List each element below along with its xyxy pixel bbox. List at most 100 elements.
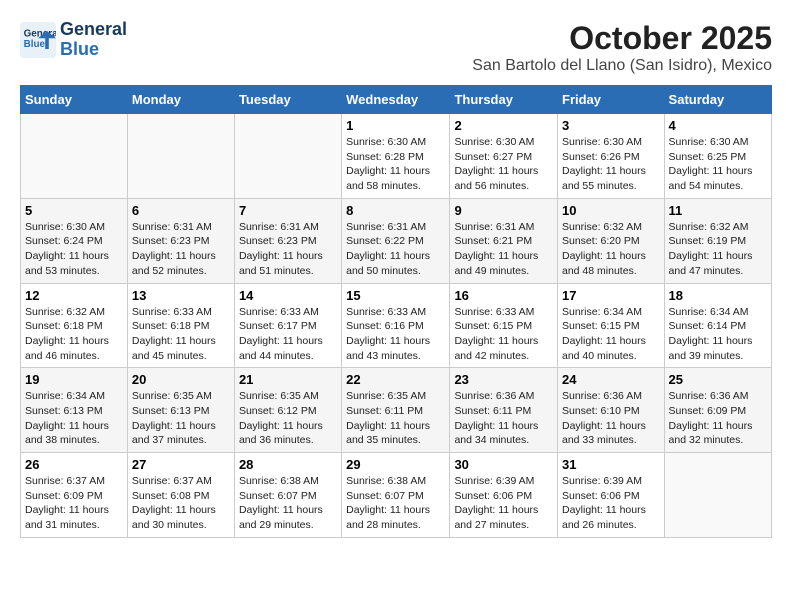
day-number: 16 [454, 288, 553, 303]
day-info: Sunrise: 6:36 AMSunset: 6:09 PMDaylight:… [669, 389, 767, 448]
calendar-cell: 3 Sunrise: 6:30 AMSunset: 6:26 PMDaylight… [558, 114, 665, 199]
day-info: Sunrise: 6:33 AMSunset: 6:16 PMDaylight:… [346, 305, 445, 364]
calendar-cell: 14Sunrise: 6:33 AMSunset: 6:17 PMDayligh… [234, 283, 341, 368]
calendar-week-1: 1 Sunrise: 6:30 AMSunset: 6:28 PMDaylight… [21, 114, 772, 199]
day-number: 2 [454, 118, 553, 133]
day-number: 5 [25, 203, 123, 218]
calendar-cell: 4Sunrise: 6:30 AMSunset: 6:25 PMDaylight… [664, 114, 771, 199]
logo-text: General Blue [60, 20, 127, 60]
calendar-cell: 22 Sunrise: 6:35 AMSunset: 6:11 PMDayligh… [342, 368, 450, 453]
day-number: 1 [346, 118, 445, 133]
day-info: Sunrise: 6:32 AMSunset: 6:20 PMDaylight:… [562, 220, 660, 279]
calendar-cell: 2 Sunrise: 6:30 AMSunset: 6:27 PMDaylight… [450, 114, 558, 199]
header-sunday: Sunday [21, 86, 128, 114]
day-info: Sunrise: 6:35 AMSunset: 6:12 PMDaylight:… [239, 389, 337, 448]
calendar-table: SundayMondayTuesdayWednesdayThursdayFrid… [20, 85, 772, 538]
day-info: Sunrise: 6:30 AMSunset: 6:24 PMDaylight:… [25, 220, 123, 279]
day-info: Sunrise: 6:34 AMSunset: 6:13 PMDaylight:… [25, 389, 123, 448]
page-title: October 2025 [472, 20, 772, 57]
day-info: Sunrise: 6:30 AMSunset: 6:27 PMDaylight:… [454, 135, 553, 194]
calendar-cell: 11 Sunrise: 6:32 AMSunset: 6:19 PMDayligh… [664, 198, 771, 283]
svg-text:Blue: Blue [24, 39, 46, 50]
calendar-cell: 16 Sunrise: 6:33 AMSunset: 6:15 PMDayligh… [450, 283, 558, 368]
calendar-cell: 12 Sunrise: 6:32 AMSunset: 6:18 PMDayligh… [21, 283, 128, 368]
day-info: Sunrise: 6:31 AMSunset: 6:22 PMDaylight:… [346, 220, 445, 279]
day-info: Sunrise: 6:32 AMSunset: 6:18 PMDaylight:… [25, 305, 123, 364]
day-info: Sunrise: 6:31 AMSunset: 6:23 PMDaylight:… [132, 220, 230, 279]
day-info: Sunrise: 6:34 AMSunset: 6:15 PMDaylight:… [562, 305, 660, 364]
page-subtitle: San Bartolo del Llano (San Isidro), Mexi… [472, 57, 772, 75]
logo-icon: General Blue [20, 22, 56, 58]
day-info: Sunrise: 6:36 AMSunset: 6:10 PMDaylight:… [562, 389, 660, 448]
calendar-week-4: 19 Sunrise: 6:34 AMSunset: 6:13 PMDayligh… [21, 368, 772, 453]
calendar-cell: 30Sunrise: 6:39 AMSunset: 6:06 PMDayligh… [450, 453, 558, 538]
calendar-cell: 19 Sunrise: 6:34 AMSunset: 6:13 PMDayligh… [21, 368, 128, 453]
day-number: 3 [562, 118, 660, 133]
calendar-cell: 7 Sunrise: 6:31 AMSunset: 6:23 PMDaylight… [234, 198, 341, 283]
day-info: Sunrise: 6:39 AMSunset: 6:06 PMDaylight:… [454, 474, 553, 533]
calendar-week-2: 5 Sunrise: 6:30 AMSunset: 6:24 PMDaylight… [21, 198, 772, 283]
calendar-cell: 15 Sunrise: 6:33 AMSunset: 6:16 PMDayligh… [342, 283, 450, 368]
day-number: 25 [669, 372, 767, 387]
day-number: 20 [132, 372, 230, 387]
calendar-cell: 25 Sunrise: 6:36 AMSunset: 6:09 PMDayligh… [664, 368, 771, 453]
day-info: Sunrise: 6:39 AMSunset: 6:06 PMDaylight:… [562, 474, 660, 533]
day-number: 28 [239, 457, 337, 472]
day-info: Sunrise: 6:32 AMSunset: 6:19 PMDaylight:… [669, 220, 767, 279]
day-number: 8 [346, 203, 445, 218]
day-info: Sunrise: 6:31 AMSunset: 6:21 PMDaylight:… [454, 220, 553, 279]
day-number: 10 [562, 203, 660, 218]
calendar-cell [127, 114, 234, 199]
day-info: Sunrise: 6:30 AMSunset: 6:28 PMDaylight:… [346, 135, 445, 194]
day-number: 15 [346, 288, 445, 303]
day-info: Sunrise: 6:30 AMSunset: 6:26 PMDaylight:… [562, 135, 660, 194]
day-number: 22 [346, 372, 445, 387]
day-number: 21 [239, 372, 337, 387]
day-number: 31 [562, 457, 660, 472]
calendar-cell: 20 Sunrise: 6:35 AMSunset: 6:13 PMDayligh… [127, 368, 234, 453]
day-number: 26 [25, 457, 123, 472]
calendar-cell: 10 Sunrise: 6:32 AMSunset: 6:20 PMDayligh… [558, 198, 665, 283]
day-number: 17 [562, 288, 660, 303]
calendar-cell [21, 114, 128, 199]
calendar-header-row: SundayMondayTuesdayWednesdayThursdayFrid… [21, 86, 772, 114]
calendar-cell: 29 Sunrise: 6:38 AMSunset: 6:07 PMDayligh… [342, 453, 450, 538]
day-info: Sunrise: 6:36 AMSunset: 6:11 PMDaylight:… [454, 389, 553, 448]
day-info: Sunrise: 6:37 AMSunset: 6:08 PMDaylight:… [132, 474, 230, 533]
day-info: Sunrise: 6:33 AMSunset: 6:17 PMDaylight:… [239, 305, 337, 364]
day-number: 9 [454, 203, 553, 218]
title-block: October 2025 San Bartolo del Llano (San … [472, 20, 772, 75]
day-number: 19 [25, 372, 123, 387]
calendar-cell [664, 453, 771, 538]
day-number: 27 [132, 457, 230, 472]
day-number: 29 [346, 457, 445, 472]
calendar-cell: 1 Sunrise: 6:30 AMSunset: 6:28 PMDaylight… [342, 114, 450, 199]
day-info: Sunrise: 6:31 AMSunset: 6:23 PMDaylight:… [239, 220, 337, 279]
calendar-cell: 9 Sunrise: 6:31 AMSunset: 6:21 PMDaylight… [450, 198, 558, 283]
day-info: Sunrise: 6:37 AMSunset: 6:09 PMDaylight:… [25, 474, 123, 533]
header-saturday: Saturday [664, 86, 771, 114]
calendar-cell: 6 Sunrise: 6:31 AMSunset: 6:23 PMDaylight… [127, 198, 234, 283]
day-number: 4 [669, 118, 767, 133]
calendar-week-3: 12 Sunrise: 6:32 AMSunset: 6:18 PMDayligh… [21, 283, 772, 368]
day-number: 6 [132, 203, 230, 218]
calendar-cell [234, 114, 341, 199]
day-number: 23 [454, 372, 553, 387]
day-info: Sunrise: 6:38 AMSunset: 6:07 PMDaylight:… [346, 474, 445, 533]
day-info: Sunrise: 6:35 AMSunset: 6:11 PMDaylight:… [346, 389, 445, 448]
calendar-cell: 31 Sunrise: 6:39 AMSunset: 6:06 PMDayligh… [558, 453, 665, 538]
page-header: General Blue General Blue October 2025 S… [20, 20, 772, 75]
calendar-cell: 24Sunrise: 6:36 AMSunset: 6:10 PMDayligh… [558, 368, 665, 453]
calendar-cell: 18Sunrise: 6:34 AMSunset: 6:14 PMDayligh… [664, 283, 771, 368]
calendar-cell: 5 Sunrise: 6:30 AMSunset: 6:24 PMDaylight… [21, 198, 128, 283]
logo: General Blue General Blue [20, 20, 127, 60]
calendar-cell: 26 Sunrise: 6:37 AMSunset: 6:09 PMDayligh… [21, 453, 128, 538]
day-info: Sunrise: 6:35 AMSunset: 6:13 PMDaylight:… [132, 389, 230, 448]
header-tuesday: Tuesday [234, 86, 341, 114]
day-info: Sunrise: 6:33 AMSunset: 6:15 PMDaylight:… [454, 305, 553, 364]
day-info: Sunrise: 6:34 AMSunset: 6:14 PMDaylight:… [669, 305, 767, 364]
day-number: 7 [239, 203, 337, 218]
day-number: 12 [25, 288, 123, 303]
day-number: 11 [669, 203, 767, 218]
calendar-week-5: 26 Sunrise: 6:37 AMSunset: 6:09 PMDayligh… [21, 453, 772, 538]
